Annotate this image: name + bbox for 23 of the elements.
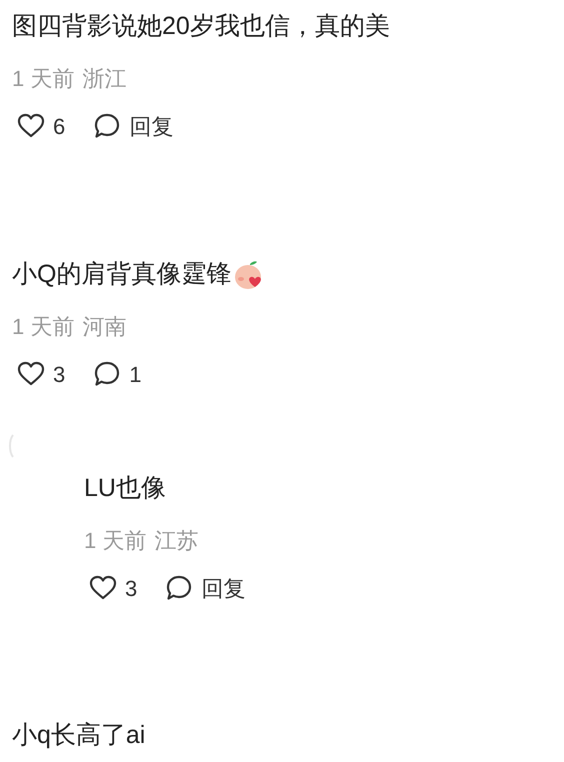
comment-time: 1 天前	[84, 526, 146, 554]
comment-time: 1 天前	[12, 64, 74, 92]
comment-icon[interactable]	[165, 574, 194, 602]
like-count[interactable]: 3	[125, 572, 138, 604]
reply-button[interactable]: 回复	[201, 572, 246, 604]
comment-icon[interactable]	[93, 360, 122, 388]
like-count[interactable]: 3	[53, 358, 66, 390]
heart-icon[interactable]	[17, 361, 45, 387]
comment-location: 河南	[82, 312, 126, 340]
comment-time: 1 天前	[12, 312, 74, 340]
heart-icon[interactable]	[17, 113, 45, 139]
reply-button[interactable]: 回复	[129, 110, 174, 142]
reply-button[interactable]: 1	[129, 358, 142, 390]
comment-text: LU也像	[84, 473, 166, 504]
arc-icon	[8, 434, 14, 458]
like-count[interactable]: 6	[53, 110, 66, 142]
comment-icon[interactable]	[93, 112, 122, 140]
comment-text: 图四背影说她20岁我也信，真的美	[12, 11, 390, 42]
heart-icon[interactable]	[89, 575, 117, 601]
comment-text: 小Q的肩背真像霆锋	[12, 259, 232, 290]
comment-location: 江苏	[154, 526, 198, 554]
comment-text: 小q长高了ai	[12, 720, 146, 752]
comment-location: 浙江	[82, 64, 126, 92]
